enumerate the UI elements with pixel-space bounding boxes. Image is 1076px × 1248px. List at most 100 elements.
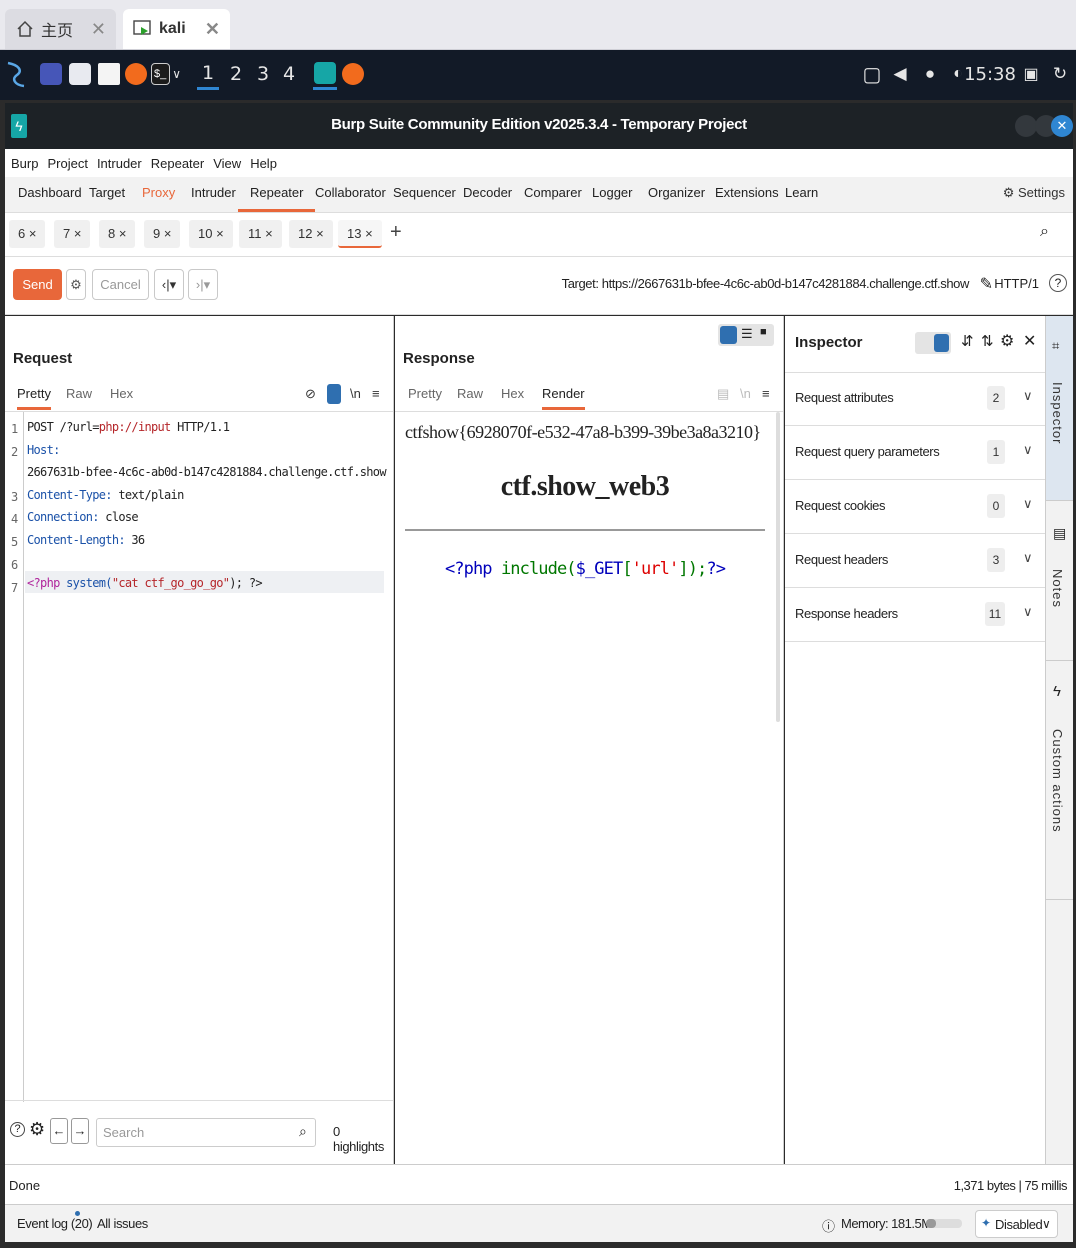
workspace-2[interactable]: 2 [225,58,247,90]
volume-icon[interactable]: ◀ [890,58,910,90]
tab-decoder[interactable]: Decoder [463,185,512,200]
terminal-icon[interactable]: $_ ∨ [151,58,181,90]
split-vertical-icon[interactable]: ☰ [741,326,753,342]
repeater-tab[interactable]: 9 × [144,220,181,248]
firefox-icon[interactable] [124,58,148,90]
workspace-3[interactable]: 3 [252,58,274,90]
tab-repeater[interactable]: Repeater [238,177,316,212]
side-tab-inspector[interactable]: ⌗ Inspector [1046,316,1073,500]
menu-repeater[interactable]: Repeater [151,156,204,171]
tab-pretty[interactable]: Pretty [408,386,442,401]
tab-raw[interactable]: Raw [66,386,92,401]
tab-proxy[interactable]: Proxy [142,185,175,200]
tab-organizer[interactable]: Organizer [648,185,705,200]
ai-status-dropdown[interactable]: ✦ Disabled ∨ [975,1210,1058,1238]
menu-icon[interactable]: ≡ [372,386,380,401]
send-button[interactable]: Send [13,269,62,300]
minimize-button[interactable] [1015,115,1037,137]
search-icon[interactable]: ⌕ [1040,223,1049,241]
history-forward-button[interactable]: ›|▾ [188,269,218,300]
chevron-down-icon[interactable]: ∨ [1023,550,1033,566]
inspector-section-query-parameters[interactable]: Request query parameters 1 ∨ [785,426,1045,480]
chevron-down-icon[interactable]: ∨ [1023,388,1033,404]
menu-view[interactable]: View [213,156,241,171]
gear-icon[interactable]: ⚙ [1000,331,1014,351]
single-pane-icon[interactable]: ■ [760,326,767,338]
tab-dashboard[interactable]: Dashboard [18,185,82,200]
logout-icon[interactable]: ↻ [1050,58,1070,90]
all-issues-link[interactable]: All issues [97,1216,148,1231]
collapse-icon[interactable]: ⇅ [981,332,994,350]
side-tab-custom-actions[interactable]: ϟ Custom actions [1046,660,1073,900]
menu-project[interactable]: Project [47,156,87,171]
workspace-1[interactable]: 1 [197,58,219,90]
close-icon[interactable]: ✕ [91,19,106,40]
browser-tab-kali[interactable]: kali ✕ [123,9,230,49]
close-window-button[interactable]: ✕ [1051,115,1073,137]
next-match-button[interactable]: → [71,1118,89,1144]
inspector-section-cookies[interactable]: Request cookies 0 ∨ [785,480,1045,534]
notification-icon[interactable]: ● [920,58,940,90]
tab-collaborator[interactable]: Collaborator [315,185,386,200]
add-tab-button[interactable]: + [390,221,402,244]
menu-burp[interactable]: Burp [11,156,38,171]
repeater-tab[interactable]: 10 × [189,220,233,248]
tab-learn[interactable]: Learn [785,185,818,200]
menu-intruder[interactable]: Intruder [97,156,142,171]
gear-icon[interactable]: ⚙ [29,1119,45,1140]
tab-render[interactable]: Render [542,386,585,410]
workspace-4[interactable]: 4 [278,58,300,90]
previous-match-button[interactable]: ← [50,1118,68,1144]
tab-comparer[interactable]: Comparer [524,185,582,200]
layout-toggle[interactable]: ☰ ■ [718,324,774,346]
tab-intruder[interactable]: Intruder [191,185,236,200]
chevron-down-icon[interactable]: ∨ [1023,442,1033,458]
format-icon[interactable] [327,384,341,404]
repeater-tab[interactable]: 12 × [289,220,333,248]
edit-target-pencil-icon[interactable]: ✎ [980,274,993,294]
editor-icon[interactable] [97,58,121,90]
burp-taskbar-icon[interactable] [313,58,337,90]
inspector-section-request-headers[interactable]: Request headers 3 ∨ [785,534,1045,588]
repeater-tab[interactable]: 7 × [54,220,91,248]
event-log-link[interactable]: Event log (20) [17,1216,93,1231]
inspector-section-request-attributes[interactable]: Request attributes 2 ∨ [785,372,1045,426]
tab-sequencer[interactable]: Sequencer [393,185,456,200]
tab-target[interactable]: Target [89,185,125,200]
cancel-button[interactable]: Cancel [92,269,149,300]
tab-raw[interactable]: Raw [457,386,483,401]
settings-button[interactable]: ⚙ Settings [1003,185,1065,201]
expand-icon[interactable]: ⇵ [961,332,974,350]
tab-pretty[interactable]: Pretty [17,386,51,410]
split-horizontal-icon[interactable] [720,326,737,344]
lock-icon[interactable]: ▣ [1021,58,1041,90]
repeater-tab[interactable]: 8 × [99,220,136,248]
inspector-layout-toggle[interactable] [915,332,951,354]
files-icon[interactable] [68,58,92,90]
scrollbar[interactable] [776,412,780,722]
tab-logger[interactable]: Logger [592,185,632,200]
layout-icon[interactable] [934,334,949,352]
tab-hex[interactable]: Hex [110,386,133,401]
menu-help[interactable]: Help [250,156,277,171]
clipboard-icon[interactable]: ▢ [862,58,882,90]
search-input[interactable]: Search [96,1118,316,1147]
kali-menu-icon[interactable] [4,58,28,90]
hide-icon[interactable]: ⊘ [305,386,316,402]
help-icon[interactable]: ? [10,1122,25,1137]
request-editor[interactable]: 1 POST /?url=php://input HTTP/1.1 2 Host… [5,412,393,1102]
firefox-icon[interactable] [341,58,365,90]
history-back-button[interactable]: ‹|▾ [154,269,184,300]
chevron-down-icon[interactable]: ∨ [1023,496,1033,512]
close-icon[interactable]: ✕ [1023,331,1036,351]
chevron-down-icon[interactable]: ∨ [1023,604,1033,620]
close-icon[interactable]: ✕ [205,19,220,40]
tab-hex[interactable]: Hex [501,386,524,401]
repeater-tab[interactable]: 11 × [239,220,282,248]
side-tab-notes[interactable]: ▤ Notes [1046,500,1073,660]
help-icon[interactable]: ? [1049,274,1067,292]
desktop-icon[interactable] [39,58,63,90]
http-version-label[interactable]: HTTP/1 [994,276,1039,291]
repeater-tab-active[interactable]: 13 × [338,220,382,248]
inspector-section-response-headers[interactable]: Response headers 11 ∨ [785,588,1045,642]
